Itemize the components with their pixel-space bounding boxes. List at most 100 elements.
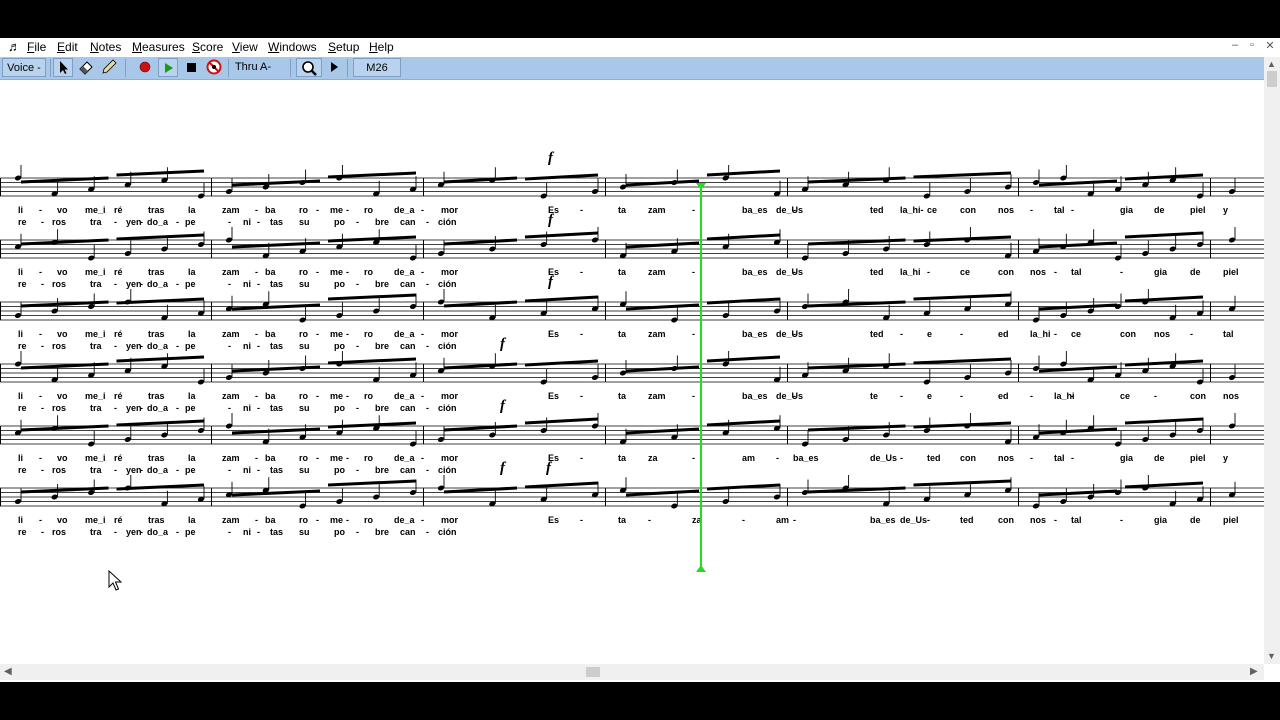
lyric-syllable[interactable]: e [927,329,932,339]
lyric-syllable[interactable]: - [927,515,930,525]
measure-counter[interactable]: M26 [353,58,401,77]
menu-notes[interactable]: Notes [90,40,121,54]
lyric-syllable[interactable]: piel [1190,205,1206,215]
lyric-syllable-verse2[interactable]: bre [375,465,389,475]
lyric-syllable-verse2[interactable]: - [114,279,117,289]
lyric-syllable[interactable]: - [776,453,779,463]
lyric-syllable[interactable]: vo [57,515,68,525]
lyric-syllable[interactable]: nos [1154,329,1170,339]
lyric-syllable[interactable]: - [39,391,42,401]
lyric-syllable-verse2[interactable]: tas [270,279,283,289]
lyric-syllable[interactable]: ce [927,205,937,215]
lyric-syllable[interactable]: - [1030,453,1033,463]
lyric-syllable-verse2[interactable]: re [18,527,27,537]
lyric-syllable-verse2[interactable]: ción [438,527,457,537]
dynamic-forte[interactable]: f [548,150,555,166]
playback-cursor-bottom-marker[interactable] [696,565,706,572]
lyric-syllable-verse2[interactable]: re [18,217,27,227]
lyric-syllable[interactable]: li [18,205,23,215]
lyric-syllable[interactable]: - [346,453,349,463]
lyric-syllable[interactable]: vo [57,391,68,401]
lyric-syllable[interactable]: me [330,267,343,277]
score-staves[interactable]: li - vo me_i ré tras la zam - ba ro - me - ro de_a - mor E… [0,80,1264,664]
lyric-syllable-verse2[interactable]: - [114,217,117,227]
lyric-syllable[interactable]: con [998,267,1014,277]
lyric-syllable[interactable]: - [793,329,796,339]
lyric-syllable[interactable]: ro [299,329,309,339]
lyric-syllable[interactable]: - [39,453,42,463]
lyric-syllable[interactable]: tal [1071,515,1082,525]
lyric-syllable-verse2[interactable]: can [400,217,416,227]
lyric-syllable[interactable]: zam [222,267,240,277]
lyric-syllable[interactable]: de_Us [900,515,927,525]
lyric-syllable[interactable]: - [742,515,745,525]
lyric-syllable[interactable]: la [188,267,197,277]
lyric-syllable[interactable]: zam [222,391,240,401]
lyric-syllable[interactable]: me_i [85,329,106,339]
lyric-syllable[interactable]: mor [441,515,459,525]
lyric-syllable[interactable]: ba_es [793,453,819,463]
lyric-syllable[interactable]: ré [114,267,123,277]
lyric-syllable[interactable]: am [742,453,755,463]
lyric-syllable[interactable]: ro [299,453,309,463]
lyric-syllable-verse2[interactable]: - [228,217,231,227]
lyric-syllable[interactable]: ba [265,329,276,339]
lyric-syllable[interactable]: de_Us [776,391,803,401]
lyric-syllable[interactable]: ba [265,205,276,215]
lyric-syllable[interactable]: zam [648,205,666,215]
lyric-syllable[interactable]: ré [114,205,123,215]
vertical-scrollbar[interactable]: ▲ ▼ [1264,57,1280,664]
lyric-syllable[interactable]: - [346,329,349,339]
lyric-syllable[interactable]: ta [618,205,627,215]
lyric-syllable[interactable]: ce [960,267,970,277]
lyric-syllable[interactable]: - [927,267,930,277]
lyric-syllable-verse2[interactable]: ni [243,465,251,475]
lyric-syllable[interactable]: - [1154,391,1157,401]
lyric-syllable-verse2[interactable]: ni [243,341,251,351]
lyric-syllable[interactable]: y [1223,453,1228,463]
lyric-syllable[interactable]: gia [1154,515,1168,525]
lyric-syllable[interactable]: - [580,329,583,339]
lyric-syllable-verse2[interactable]: pe [185,341,196,351]
lyric-syllable[interactable]: - [1054,329,1057,339]
lyric-syllable-verse2[interactable]: - [426,217,429,227]
lyric-syllable[interactable]: me [330,205,343,215]
lyric-syllable[interactable]: me_i [85,391,106,401]
lyric-syllable[interactable]: li [18,391,23,401]
lyric-syllable[interactable]: de_Us [870,453,897,463]
lyric-syllable-verse2[interactable]: - [140,217,143,227]
lyric-syllable[interactable]: ré [114,453,123,463]
lyric-syllable[interactable]: me [330,453,343,463]
lyric-syllable[interactable]: ba_es [870,515,896,525]
lyric-syllable[interactable]: de_a [394,205,416,215]
lyric-syllable[interactable]: - [900,391,903,401]
lyric-syllable[interactable]: tras [148,453,165,463]
lyric-syllable-verse2[interactable]: tas [270,217,283,227]
lyric-syllable[interactable]: ted [960,515,974,525]
lyric-syllable-verse2[interactable]: can [400,403,416,413]
lyric-syllable-verse2[interactable]: - [356,217,359,227]
lyric-syllable-verse2[interactable]: su [299,527,310,537]
lyric-syllable[interactable]: con [1190,391,1206,401]
lyric-syllable-verse2[interactable]: - [41,403,44,413]
lyric-syllable[interactable]: de_a [394,329,416,339]
staff-system-1[interactable]: li - vo me_i ré tras la zam - ba ro - me - ro de_a - mor E… [0,150,1264,227]
lyric-syllable[interactable]: ce [1071,329,1081,339]
lyric-syllable-verse2[interactable]: tra [90,465,102,475]
lyric-syllable-verse2[interactable]: ros [52,341,66,351]
lyric-syllable[interactable]: mor [441,267,459,277]
lyric-syllable-verse2[interactable]: ni [243,279,251,289]
lyric-syllable[interactable]: Es [548,515,559,525]
lyric-syllable-verse2[interactable]: - [426,341,429,351]
lyric-syllable[interactable]: ro [364,515,374,525]
lyric-syllable-verse2[interactable]: do_a [147,403,169,413]
lyric-syllable[interactable]: vo [57,453,68,463]
lyric-syllable[interactable]: ta [618,453,627,463]
lyric-syllable-verse2[interactable]: ros [52,279,66,289]
lyric-syllable[interactable]: - [421,267,424,277]
dynamic-forte[interactable]: f [500,336,507,352]
lyric-syllable[interactable]: de_a [394,391,416,401]
lyric-syllable-verse2[interactable]: - [176,527,179,537]
lyric-syllable-verse2[interactable]: - [114,465,117,475]
eraser-tool-button[interactable] [76,58,96,77]
